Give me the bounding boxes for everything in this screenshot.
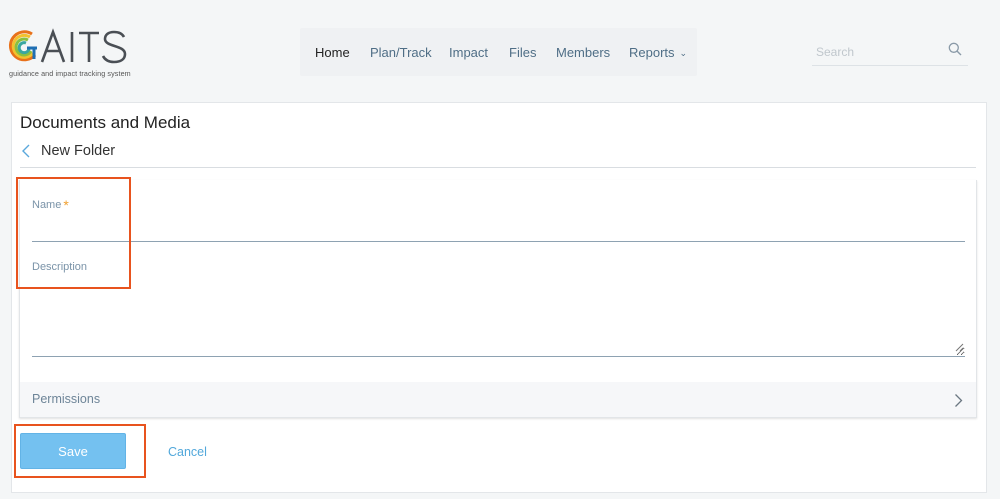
required-asterisk: * [63,197,69,213]
search-box [812,38,968,66]
nav-item-reports-label: Reports [629,45,675,60]
gaits-logo-mark [8,28,127,64]
folder-form-panel: Name * Description Permissions [19,180,977,418]
search-icon[interactable] [948,42,962,56]
page-subtitle: New Folder [41,143,116,159]
nav-item-home[interactable]: Home [315,45,350,60]
permissions-section[interactable]: Permissions [20,382,976,417]
name-label-text: Name [32,199,62,211]
description-textarea[interactable] [32,284,965,357]
cancel-link[interactable]: Cancel [168,445,207,459]
nav-item-plan-track[interactable]: Plan/Track [370,45,432,60]
name-label: Name * [32,197,69,213]
nav-item-files[interactable]: Files [509,45,536,60]
chevron-left-icon[interactable] [21,144,31,158]
permissions-label: Permissions [32,392,101,406]
content-card: Documents and Media New Folder Name * Des… [11,102,987,493]
search-input[interactable] [816,43,936,61]
nav-item-members[interactable]: Members [556,45,610,60]
app-header: guidance and impact tracking system Home… [0,0,1000,100]
save-button[interactable]: Save [20,433,126,469]
nav-item-reports[interactable]: Reports ⌄ [629,45,687,60]
logo-tagline: guidance and impact tracking system [9,69,131,78]
nav-item-impact[interactable]: Impact [449,45,488,60]
main-nav: Home Plan/Track Impact Files Members Rep… [300,28,697,76]
description-label: Description [32,261,88,273]
name-input[interactable] [32,218,965,242]
chevron-down-icon: ⌄ [679,48,688,58]
gaits-logo[interactable]: guidance and impact tracking system [8,28,131,82]
chevron-right-icon [955,394,963,407]
title-divider [20,167,976,168]
page-title: Documents and Media [20,113,191,132]
